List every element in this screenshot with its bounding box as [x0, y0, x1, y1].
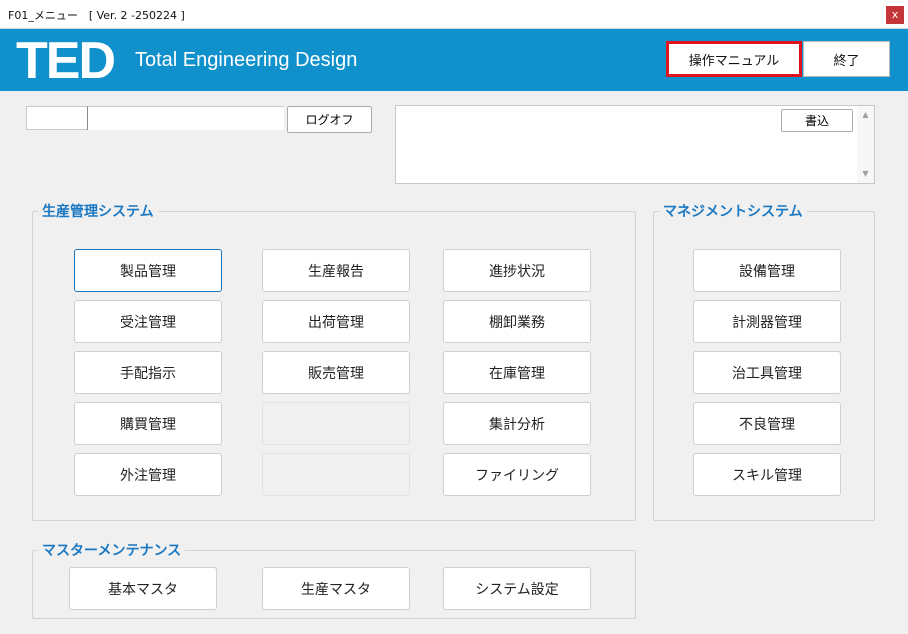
empty-slot-button: [262, 402, 410, 445]
instrument-management-button[interactable]: 計測器管理: [693, 300, 841, 343]
order-management-button[interactable]: 受注管理: [74, 300, 222, 343]
basic-master-button[interactable]: 基本マスタ: [69, 567, 217, 610]
production-report-button[interactable]: 生産報告: [262, 249, 410, 292]
sales-management-button[interactable]: 販売管理: [262, 351, 410, 394]
aggregate-analysis-button[interactable]: 集計分析: [443, 402, 591, 445]
skill-management-button[interactable]: スキル管理: [693, 453, 841, 496]
write-button[interactable]: 書込: [781, 109, 853, 132]
scroll-up-arrow-icon[interactable]: ▲: [857, 108, 874, 122]
scroll-down-arrow-icon[interactable]: ▼: [857, 167, 874, 181]
inventory-count-button[interactable]: 棚卸業務: [443, 300, 591, 343]
logoff-button[interactable]: ログオフ: [287, 106, 372, 133]
window-title: F01_メニュー [ Ver. 2 -250224 ]: [8, 9, 185, 22]
jig-tool-management-button[interactable]: 治工具管理: [693, 351, 841, 394]
outsourcing-management-button[interactable]: 外注管理: [74, 453, 222, 496]
operation-manual-button[interactable]: 操作マニュアル: [666, 41, 802, 77]
exit-button[interactable]: 終了: [803, 41, 890, 77]
equipment-management-button[interactable]: 設備管理: [693, 249, 841, 292]
user-id-field[interactable]: [26, 106, 88, 130]
production-system-title: 生産管理システム: [38, 201, 158, 221]
product-management-button[interactable]: 製品管理: [74, 249, 222, 292]
memo-scrollbar[interactable]: ▲ ▼: [857, 106, 874, 183]
close-button[interactable]: x: [886, 6, 904, 24]
production-master-button[interactable]: 生産マスタ: [262, 567, 410, 610]
management-system-title: マネジメントシステム: [659, 201, 807, 221]
app-tagline: Total Engineering Design: [135, 49, 358, 71]
filing-button[interactable]: ファイリング: [443, 453, 591, 496]
progress-status-button[interactable]: 進捗状況: [443, 249, 591, 292]
arrangement-instruction-button[interactable]: 手配指示: [74, 351, 222, 394]
system-settings-button[interactable]: システム設定: [443, 567, 591, 610]
master-maintenance-title: マスターメンテナンス: [38, 540, 186, 560]
app-header: TED Total Engineering Design 操作マニュアル 終了: [0, 29, 908, 91]
title-bar: F01_メニュー [ Ver. 2 -250224 ] x: [0, 0, 908, 29]
empty-slot-button: [262, 453, 410, 496]
shipping-management-button[interactable]: 出荷管理: [262, 300, 410, 343]
stock-management-button[interactable]: 在庫管理: [443, 351, 591, 394]
purchase-management-button[interactable]: 購買管理: [74, 402, 222, 445]
ted-logo: TED: [16, 32, 116, 90]
defect-management-button[interactable]: 不良管理: [693, 402, 841, 445]
user-name-field[interactable]: [87, 106, 284, 130]
